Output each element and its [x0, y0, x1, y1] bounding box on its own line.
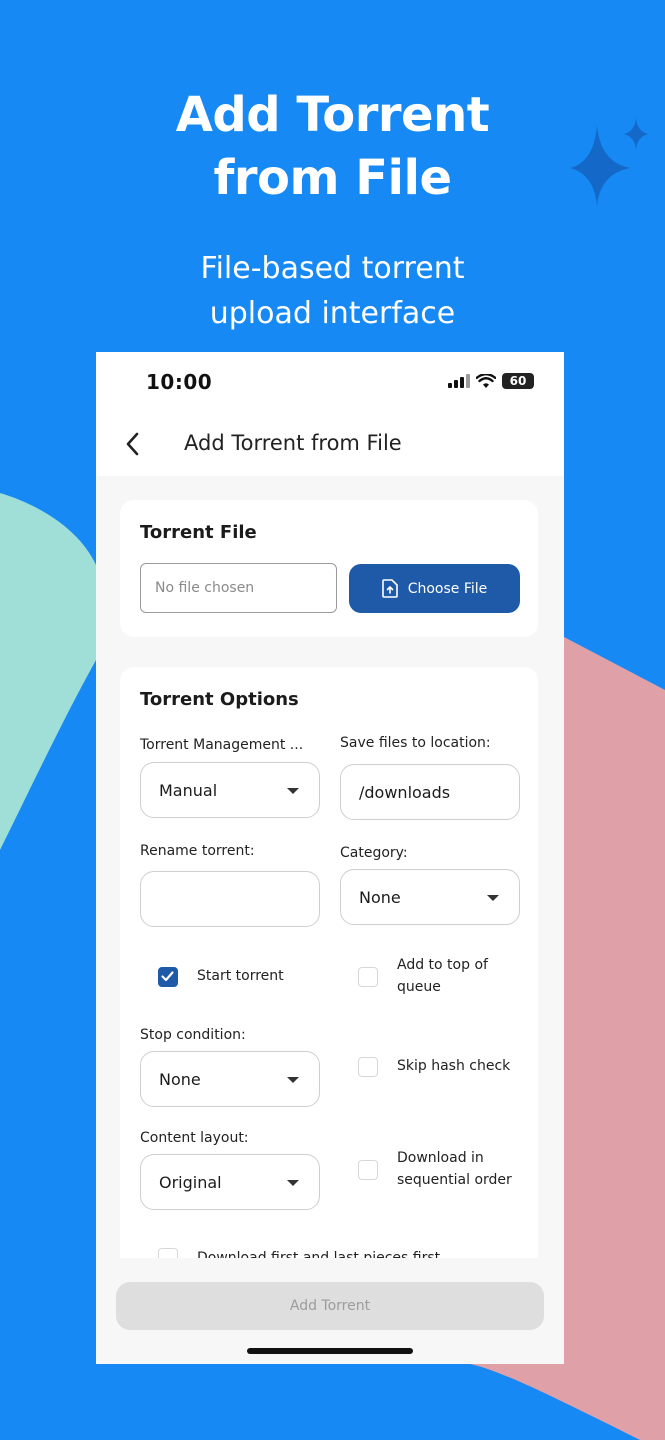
add-to-top-line1: Add to top of [397, 957, 488, 973]
torrent-file-card: Torrent File No file chosen Choose File [120, 500, 538, 637]
management-label: Torrent Management ... [140, 737, 304, 753]
home-indicator[interactable] [247, 1348, 413, 1354]
save-location-input[interactable]: /downloads [340, 764, 520, 820]
choose-file-button[interactable]: Choose File [349, 564, 520, 613]
torrent-options-card: Torrent Options Torrent Management ... M… [120, 667, 538, 1287]
marketing-subtitle-line1: File-based torrent [200, 251, 465, 286]
app-bar: Add Torrent from File [96, 414, 564, 476]
file-path-field[interactable]: No file chosen [140, 563, 337, 613]
mint-shape [0, 493, 96, 850]
choose-file-label: Choose File [407, 580, 488, 597]
content-layout-select[interactable]: Original [140, 1154, 320, 1210]
status-time: 10:00 [146, 370, 213, 394]
start-torrent-checkbox[interactable] [158, 967, 178, 987]
signal-icon [448, 374, 470, 388]
status-icons: 60 [448, 373, 534, 389]
sequential-line1: Download in [397, 1150, 484, 1166]
battery-icon: 60 [502, 373, 534, 389]
file-placeholder: No file chosen [155, 580, 255, 596]
phone-screen: 10:00 60 Add Torrent from File Torrent F… [96, 352, 564, 1364]
stop-condition-label: Stop condition: [140, 1027, 246, 1043]
content-layout-value: Original [159, 1173, 222, 1192]
skip-hash-label: Skip hash check [397, 1058, 511, 1074]
stop-condition-select[interactable]: None [140, 1051, 320, 1107]
dropdown-caret-icon [487, 895, 499, 901]
marketing-title-line2: from File [213, 150, 452, 206]
sequential-checkbox[interactable] [358, 1160, 378, 1180]
content-layout-label: Content layout: [140, 1130, 249, 1146]
file-upload-icon [381, 579, 398, 598]
dropdown-caret-icon [287, 1077, 299, 1083]
dropdown-caret-icon [287, 788, 299, 794]
management-value: Manual [159, 781, 218, 800]
back-arrow-icon[interactable] [120, 430, 148, 458]
torrent-options-title: Torrent Options [140, 689, 299, 710]
add-to-top-line2: queue [397, 979, 441, 995]
sequential-label: Download in sequential order [397, 1147, 512, 1191]
management-select[interactable]: Manual [140, 762, 320, 818]
marketing-title: Add Torrent from File [0, 84, 665, 210]
rename-label: Rename torrent: [140, 843, 255, 859]
dropdown-caret-icon [287, 1180, 299, 1186]
start-torrent-label: Start torrent [197, 968, 284, 984]
wifi-icon [476, 373, 496, 388]
app-bar-title: Add Torrent from File [184, 431, 402, 455]
add-torrent-button[interactable]: Add Torrent [116, 1282, 544, 1330]
marketing-subtitle-line2: upload interface [209, 296, 456, 331]
skip-hash-checkbox[interactable] [358, 1057, 378, 1077]
battery-level: 60 [509, 374, 527, 388]
add-to-top-checkbox[interactable] [358, 967, 378, 987]
add-to-top-label: Add to top of queue [397, 954, 488, 998]
stop-condition-value: None [159, 1070, 201, 1089]
save-location-value: /downloads [359, 783, 451, 802]
category-value: None [359, 888, 401, 907]
category-label: Category: [340, 845, 408, 861]
torrent-file-title: Torrent File [140, 522, 257, 543]
rename-input[interactable] [140, 871, 320, 927]
category-select[interactable]: None [340, 869, 520, 925]
status-bar: 10:00 60 [96, 352, 564, 414]
marketing-title-line1: Add Torrent [175, 87, 490, 143]
marketing-subtitle: File-based torrent upload interface [0, 246, 665, 336]
save-location-label: Save files to location: [340, 735, 491, 751]
add-torrent-label: Add Torrent [289, 1298, 371, 1314]
checkmark-icon [161, 971, 174, 982]
sequential-line2: sequential order [397, 1172, 512, 1188]
